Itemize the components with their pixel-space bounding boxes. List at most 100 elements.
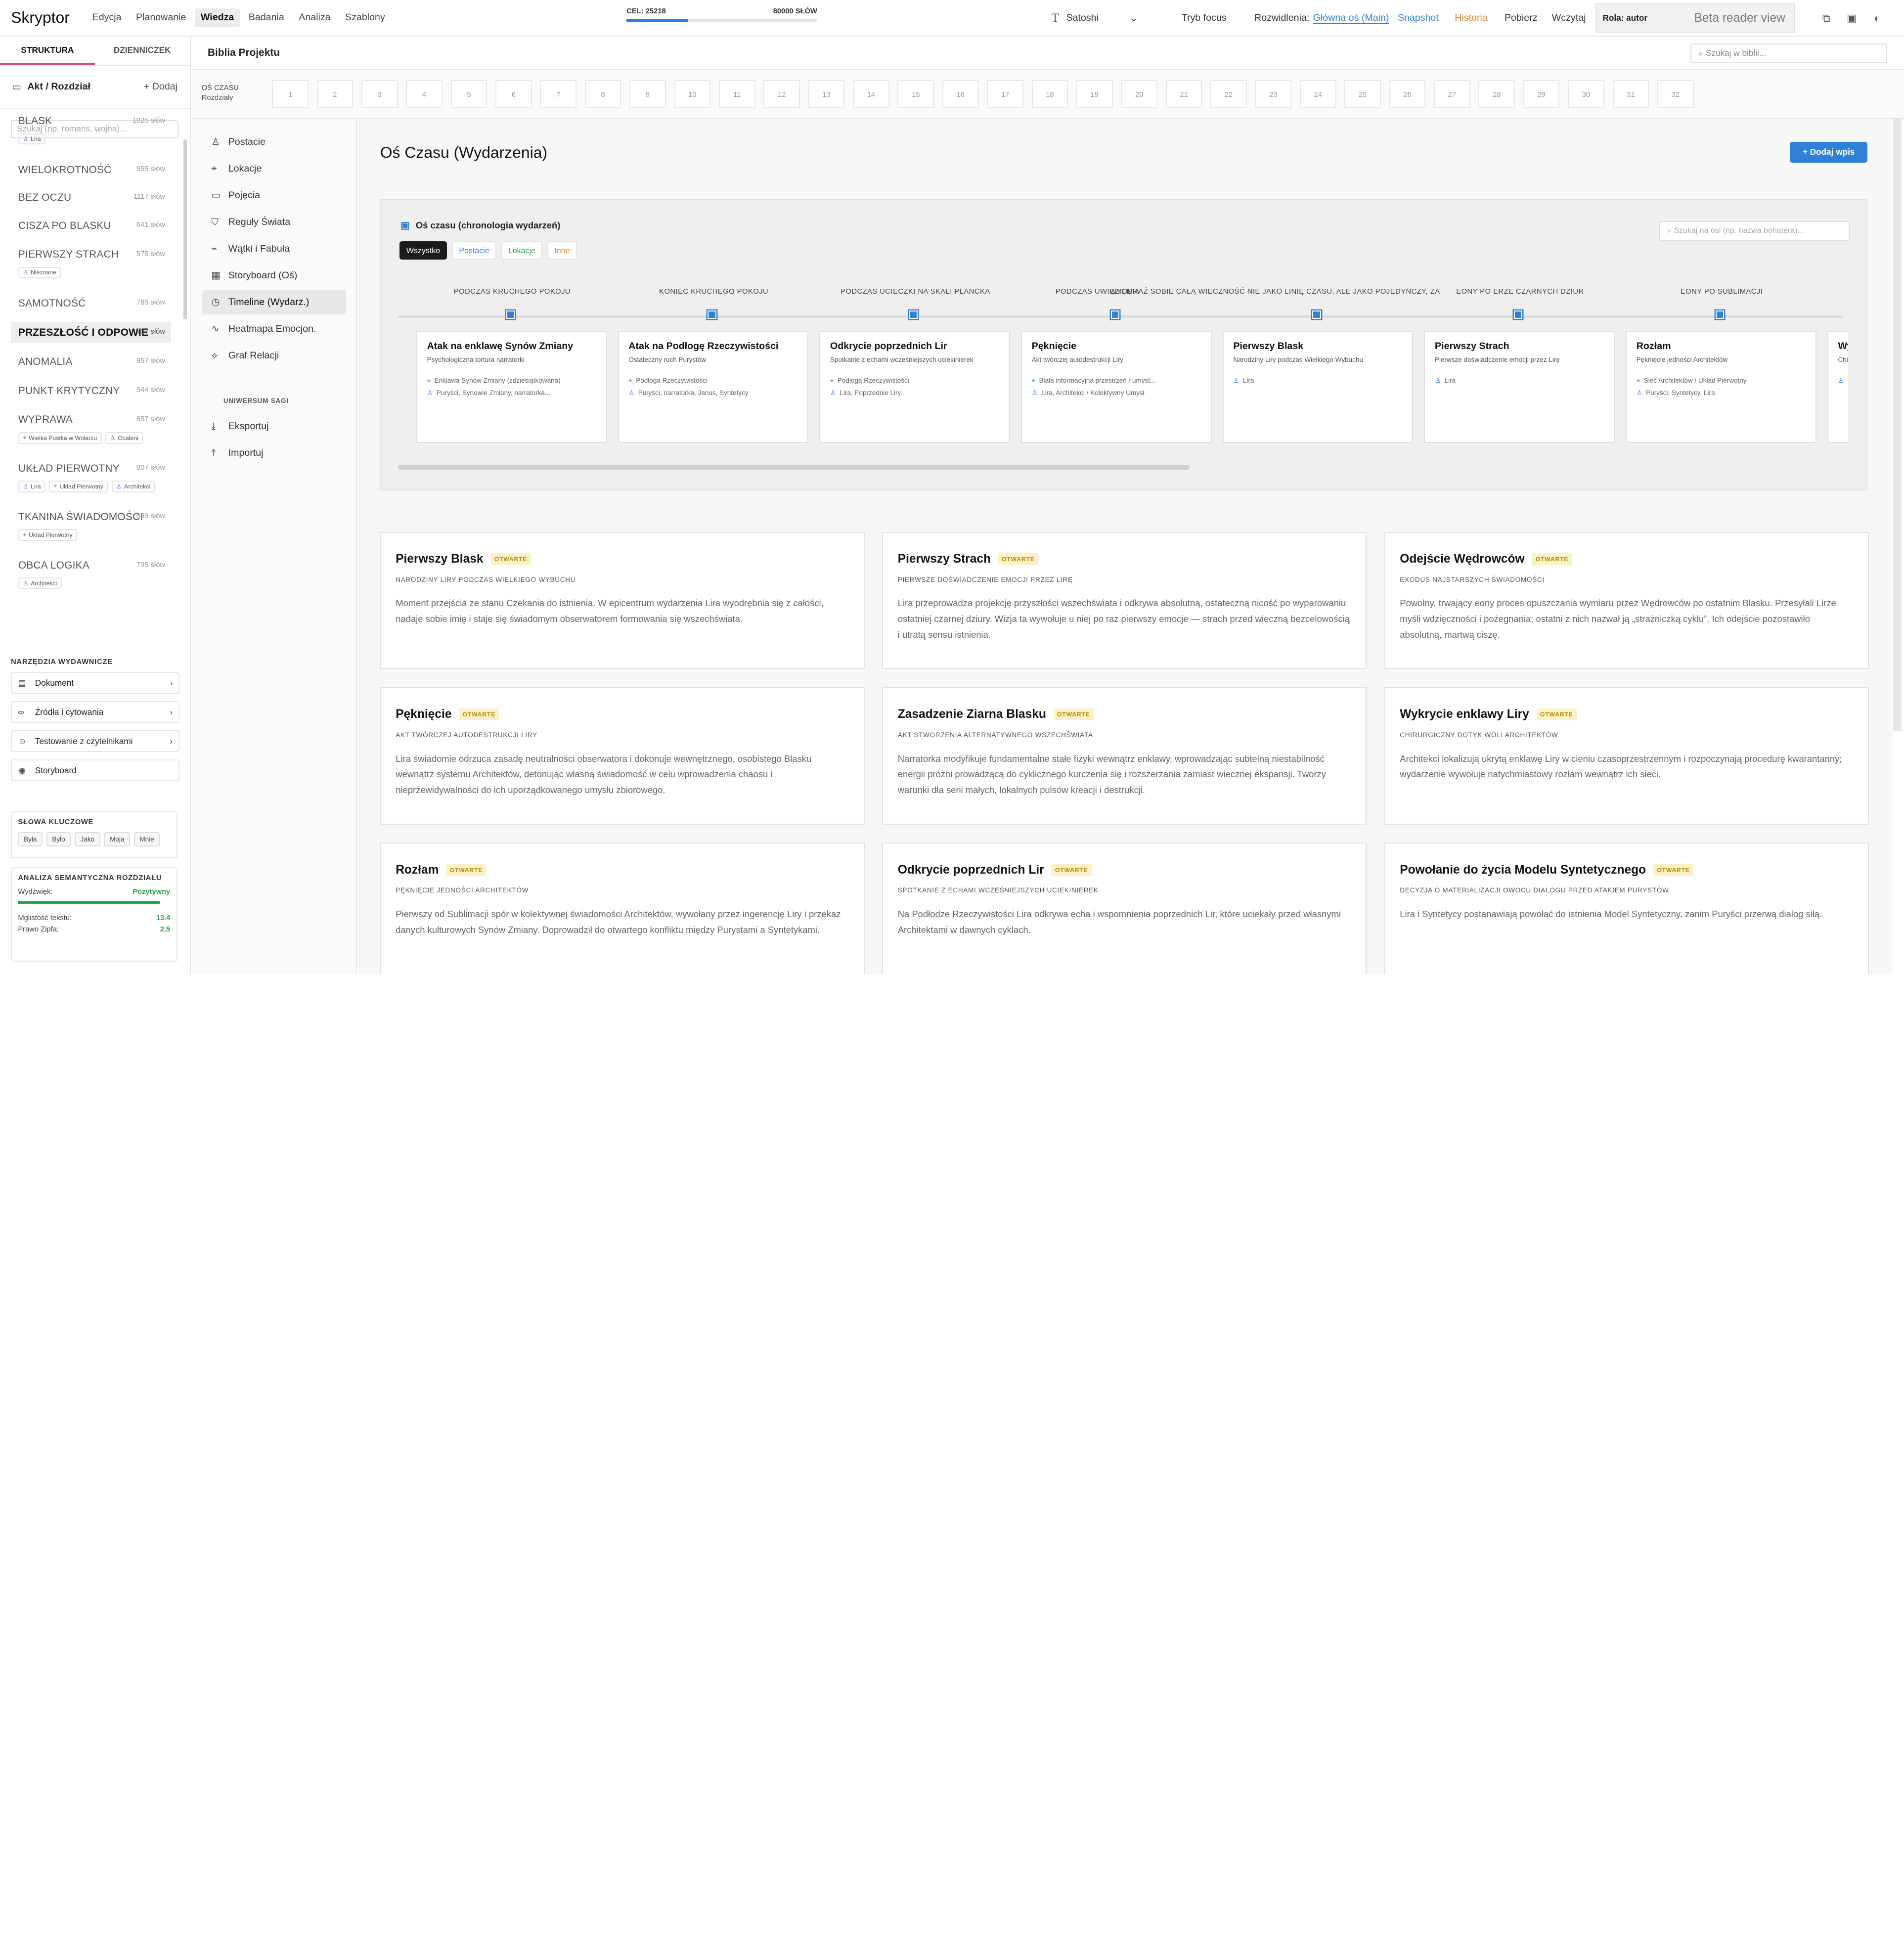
character-tag[interactable]: ♙ Architekci [18,577,62,589]
nav-item-relation-graph[interactable]: ⟡ Graf Relacji [202,344,347,368]
chapter-number-box[interactable]: 20 [1121,80,1158,108]
tab-journal[interactable]: DZIENNICZEK [95,37,190,65]
event-card[interactable]: Odkrycie poprzednich Lir OTWARTE SPOTKANIE… [882,842,1367,974]
event-card[interactable]: Wykrycie enklawy Liry OTWARTE CHIRURGICZNY… [1384,687,1869,825]
import-button[interactable]: ⤒ Importuj [202,441,347,465]
chapter-number-box[interactable]: 2 [316,80,354,108]
timeline-marker[interactable] [909,310,918,319]
keyword-tag[interactable]: Jako [74,832,101,846]
event-card[interactable]: Zasadzenie Ziarna Blasku OTWARTE AKT STWOR… [882,687,1367,825]
nav-item-world-rules[interactable]: ⛉ Reguły Świata [202,210,347,234]
chapter-item[interactable]: WIELOKROTNOŚĆ 955 słów [0,164,182,176]
export-button[interactable]: ⤓ Eksportuj [202,414,347,439]
chapter-number-box[interactable]: 12 [763,80,800,108]
keyword-tag[interactable]: Była [18,832,43,846]
character-tag[interactable]: ♙ Architekci [111,480,155,492]
filter-locations[interactable]: Lokacje [501,241,543,260]
theme-toggle-icon[interactable]: ◐ [1870,11,1884,25]
chapter-item[interactable]: SAMOTNOŚĆ 785 słów [0,298,182,310]
focus-mode-button[interactable]: Tryb focus [1182,0,1227,37]
role-switcher[interactable]: Rola: autor Beta reader view [1595,3,1795,33]
nav-item-concepts[interactable]: ▭ Pojęcia [202,183,347,208]
chapter-number-box[interactable]: 13 [808,80,845,108]
timeline-marker[interactable] [1514,310,1523,319]
chapter-number-box[interactable]: 21 [1165,80,1202,108]
chapter-number-box[interactable]: 8 [584,80,621,108]
add-entry-button[interactable]: + Dodaj wpis [1790,142,1868,163]
chapter-number-box[interactable]: 11 [718,80,755,108]
chapter-number-box[interactable]: 29 [1523,80,1560,108]
timeline-card[interactable]: Atak na Podłogę Rzeczywistości Ostateczny… [618,331,809,443]
tool-storyboard[interactable]: ▦ Storyboard [11,759,180,782]
download-button[interactable]: Pobierz [1505,0,1538,37]
chapter-number-box[interactable]: 18 [1031,80,1068,108]
chapter-number-box[interactable]: 23 [1255,80,1292,108]
chapter-item[interactable]: TKANINA ŚWIADOMOŚCI 699 słów ⌖ Układ Pierwo… [0,511,182,541]
snapshot-button[interactable]: Snapshot [1398,0,1439,37]
chapter-item[interactable]: OBCA LOGIKA 795 słów ♙ Architekci [0,560,182,589]
chapter-number-box[interactable]: 22 [1210,80,1247,108]
menu-item-5[interactable]: Szablony [339,8,391,27]
timeline-card[interactable]: Rozłam Pęknięcie jedności Architektów ⌖ Sie… [1626,331,1816,443]
location-tag[interactable]: ⌖ Układ Pierwotny [49,480,108,492]
chapter-number-box[interactable]: 24 [1299,80,1336,108]
timeline-marker[interactable] [1715,310,1725,319]
chapter-item[interactable]: BEZ OCZU 1117 słów [0,192,182,204]
location-tag[interactable]: ⌖ Układ Pierwotny [18,529,77,541]
chapter-number-box[interactable]: 10 [674,80,711,108]
filter-all[interactable]: Wszystko [399,241,447,260]
chapter-number-box[interactable]: 31 [1612,80,1649,108]
timeline-card[interactable]: Pierwszy Strach Pierwsze doświadczenie em… [1424,331,1615,443]
character-tag[interactable]: ♙ Nieznane [18,266,61,278]
nav-item-timeline[interactable]: ◷ Timeline (Wydarz.) [201,290,347,314]
chapter-number-box[interactable]: 16 [942,80,979,108]
tool-reader-testing[interactable]: ☺ Testowanie z czytelnikami › [11,730,180,752]
chapter-number-box[interactable]: 27 [1434,80,1470,108]
timeline-card[interactable]: Odkrycie poprzednich Lir Spotkanie z echa… [819,331,1010,443]
event-card[interactable]: Odejście Wędrowców OTWARTE EXODUS NAJSTARS… [1384,531,1869,669]
chapter-number-box[interactable]: 4 [406,80,443,108]
menu-item-2[interactable]: Wiedza [194,8,240,27]
tool-sources[interactable]: ∞ Źródła i cytowania › [11,701,180,723]
timeline-marker[interactable] [1110,310,1119,319]
branch-select[interactable]: Główna oś (Main) [1313,12,1389,24]
chapter-number-box[interactable]: 9 [629,80,666,108]
font-select[interactable]: T Satoshi ⌄ [1052,0,1156,37]
nav-item-characters[interactable]: ♙ Postacie [202,130,347,154]
timeline-scrollbar[interactable] [398,465,1190,470]
tab-structure[interactable]: STRUKTURA [0,37,95,65]
keyword-tag[interactable]: Było [46,832,71,846]
chapter-number-box[interactable]: 6 [495,80,532,108]
beta-reader-view[interactable]: Beta reader view [1694,11,1785,25]
sidebar-scrollbar[interactable] [183,139,187,319]
timeline-search-input[interactable]: ⌕ Szukaj na osi (np. nazwa bohatera)... [1659,221,1850,242]
chapter-number-box[interactable]: 7 [540,80,577,108]
menu-item-4[interactable]: Analiza [293,8,337,27]
location-tag[interactable]: ⌖ Wielka Pustka w Wolarzu [18,432,102,444]
bible-search-input[interactable]: ⌕ Szukaj w biblii... [1690,44,1887,63]
nav-item-storyboard[interactable]: ▦ Storyboard (Oś) [202,264,347,288]
chapter-number-box[interactable]: 32 [1657,80,1694,108]
timeline-marker[interactable] [708,310,716,319]
filter-characters[interactable]: Postacie [452,241,496,260]
chapter-number-box[interactable]: 14 [853,80,889,108]
nav-item-emotion-heatmap[interactable]: ∿ Heatmapa Emocjon. [202,317,347,341]
keyword-tag[interactable]: Mnie [133,832,160,846]
chapter-item[interactable]: WYPRAWA 857 słów ⌖ Wielka Pustka w Wolarzu ♙… [0,414,182,444]
chapter-number-box[interactable]: 17 [987,80,1023,108]
event-card[interactable]: Pęknięcie OTWARTE AKT TWÓRCZEJ AUTODESTRUK… [380,687,865,825]
copy-icon[interactable]: ⧉ [1819,11,1833,25]
chapter-item[interactable]: ANOMALIA 957 słów [0,356,182,368]
chapter-item[interactable]: UKŁAD PIERWOTNY 807 słów ♙ Lira ⌖ Układ Pierw… [0,463,182,492]
main-scrollbar[interactable] [1893,119,1902,731]
add-chapter-button[interactable]: + Dodaj [144,81,177,92]
filter-other[interactable]: Inne [547,241,577,260]
event-card[interactable]: Pierwszy Blask OTWARTE NARODZINY LIRY PODC… [380,531,865,669]
load-button[interactable]: Wczytaj [1552,0,1586,37]
history-button[interactable]: Historia [1455,0,1488,37]
chapter-number-box[interactable]: 26 [1389,80,1426,108]
timeline-marker[interactable] [1312,310,1321,319]
nav-item-plot-threads[interactable]: ⌁ Wątki i Fabuła [202,237,347,261]
chapter-number-box[interactable]: 28 [1478,80,1515,108]
chapter-number-box[interactable]: 3 [361,80,398,108]
